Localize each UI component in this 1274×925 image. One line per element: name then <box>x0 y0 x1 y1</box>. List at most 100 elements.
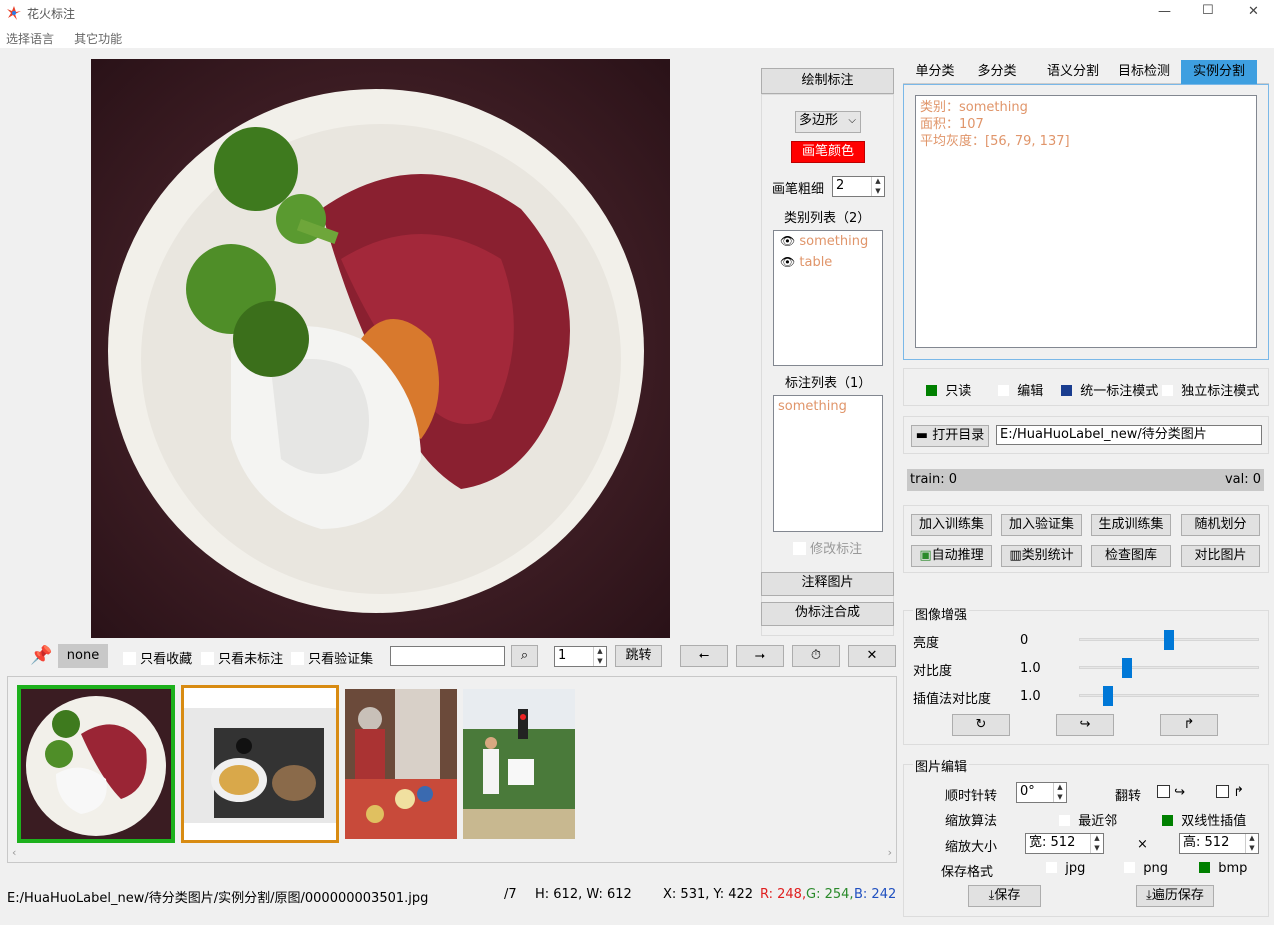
class-stats-button[interactable]: ▥类别统计 <box>1001 545 1082 567</box>
scroll-left-icon[interactable]: ‹ <box>12 846 16 859</box>
jump-button[interactable]: 跳转 <box>615 645 662 667</box>
tag-none[interactable]: none <box>58 644 108 668</box>
radio-icon[interactable] <box>1162 385 1173 396</box>
rotate-spinbox[interactable]: 0° ▲ ▼ <box>1016 782 1067 803</box>
thumbnail-3[interactable] <box>345 689 457 839</box>
auto-infer-button[interactable]: ▣自动推理 <box>911 545 992 567</box>
annotate-image-button[interactable]: 注释图片 <box>761 572 894 596</box>
interp-contrast-slider-handle[interactable] <box>1102 686 1113 706</box>
list-item[interactable]: something <box>778 399 878 414</box>
page-spinbox[interactable]: 1 ▲ ▼ <box>554 646 607 667</box>
search-button[interactable]: ⌕ <box>511 645 538 667</box>
spin-arrows-icon[interactable]: ▲ ▼ <box>593 647 606 666</box>
only-favorites-checkbox[interactable]: 只看收藏 <box>123 648 192 667</box>
class-list[interactable]: 👁 something 👁 table <box>773 230 883 366</box>
bmp-option[interactable]: bmp <box>1199 861 1247 876</box>
timer-button[interactable]: ⏱ <box>792 645 840 667</box>
radio-icon[interactable] <box>1124 862 1135 873</box>
list-item[interactable]: 👁 something <box>780 234 876 255</box>
flip-h-checkbox[interactable]: ↪ <box>1157 785 1185 800</box>
checkbox-icon[interactable] <box>201 652 214 665</box>
eye-icon[interactable]: 👁 <box>780 255 795 269</box>
batch-save-button[interactable]: ⤓遍历保存 <box>1136 885 1214 907</box>
thumbnail-1[interactable] <box>17 685 175 843</box>
minimize-button[interactable]: — <box>1158 4 1171 19</box>
brush-width-spinbox[interactable]: 2 ▲ ▼ <box>832 176 885 197</box>
search-input[interactable] <box>390 646 505 666</box>
only-unlabeled-checkbox[interactable]: 只看未标注 <box>201 648 283 667</box>
brush-color-button[interactable]: 画笔颜色 <box>791 141 865 163</box>
close-window-button[interactable]: ✕ <box>1248 4 1259 19</box>
save-button[interactable]: ⤓保存 <box>968 885 1041 907</box>
prev-image-button[interactable]: ⭠ <box>680 645 728 667</box>
radio-icon[interactable] <box>1199 862 1210 873</box>
menu-language[interactable]: 选择语言 <box>6 32 54 46</box>
png-option[interactable]: png <box>1124 861 1168 876</box>
add-val-button[interactable]: 加入验证集 <box>1001 514 1082 536</box>
pseudo-label-button[interactable]: 伪标注合成 <box>761 602 894 626</box>
radio-icon[interactable] <box>926 385 937 396</box>
radio-icon[interactable] <box>1059 815 1070 826</box>
nearest-option[interactable]: 最近邻 <box>1059 810 1117 829</box>
compare-images-button[interactable]: 对比图片 <box>1181 545 1260 567</box>
directory-path-field[interactable]: E:/HuaHuoLabel_new/待分类图片 <box>996 425 1262 445</box>
checkbox-icon[interactable] <box>123 652 136 665</box>
only-val-checkbox[interactable]: 只看验证集 <box>291 648 373 667</box>
height-spinbox[interactable]: 高: 512 ▲ ▼ <box>1179 833 1259 854</box>
modify-annotation-checkbox[interactable]: 修改标注 <box>793 538 862 557</box>
radio-icon[interactable] <box>1046 862 1057 873</box>
checkbox-icon[interactable] <box>1216 785 1229 798</box>
contrast-slider[interactable] <box>1079 666 1259 669</box>
readonly-option[interactable]: 只读 <box>926 380 971 399</box>
eye-icon[interactable]: 👁 <box>780 234 795 248</box>
random-split-button[interactable]: 随机划分 <box>1181 514 1260 536</box>
pin-icon[interactable]: 📌 <box>30 645 52 666</box>
radio-icon[interactable] <box>1061 385 1072 396</box>
checkbox-icon[interactable] <box>291 652 304 665</box>
scroll-right-icon[interactable]: › <box>888 846 892 859</box>
flip-v-checkbox[interactable]: ↱ <box>1216 785 1244 800</box>
edit-option[interactable]: 编辑 <box>998 380 1043 399</box>
unified-mode-option[interactable]: 统一标注模式 <box>1061 380 1158 399</box>
add-train-button[interactable]: 加入训练集 <box>911 514 992 536</box>
bilinear-option[interactable]: 双线性插值 <box>1162 810 1246 829</box>
checkbox-icon[interactable] <box>793 542 806 555</box>
tab-multi-class[interactable]: 多分类 <box>967 60 1027 84</box>
check-gallery-button[interactable]: 检查图库 <box>1091 545 1171 567</box>
tab-single-class[interactable]: 单分类 <box>905 60 965 84</box>
radio-icon[interactable] <box>1162 815 1173 826</box>
contrast-slider-handle[interactable] <box>1121 658 1132 678</box>
flip-vertical-button[interactable]: ↱ <box>1160 714 1218 736</box>
tab-instance-seg[interactable]: 实例分割 <box>1181 60 1257 84</box>
image-canvas[interactable] <box>91 59 670 638</box>
delete-button[interactable]: ✕ <box>848 645 896 667</box>
spin-arrows-icon[interactable]: ▲ ▼ <box>1245 834 1258 853</box>
width-spinbox[interactable]: 宽: 512 ▲ ▼ <box>1025 833 1104 854</box>
menu-other[interactable]: 其它功能 <box>74 32 122 46</box>
independent-mode-option[interactable]: 独立标注模式 <box>1162 380 1259 399</box>
list-item[interactable]: 👁 table <box>780 255 876 276</box>
height-value: 512 <box>1204 835 1230 850</box>
next-image-button[interactable]: ⭢ <box>736 645 784 667</box>
radio-icon[interactable] <box>998 385 1009 396</box>
tab-semantic-seg[interactable]: 语义分割 <box>1031 60 1115 84</box>
rotate-cw-button[interactable]: ↻ <box>952 714 1010 736</box>
thumbnail-2[interactable] <box>181 685 339 843</box>
checkbox-icon[interactable] <box>1157 785 1170 798</box>
open-directory-button[interactable]: ▬ 打开目录 <box>911 425 989 447</box>
horizontal-scrollbar[interactable]: ‹ › <box>8 846 896 862</box>
flip-horizontal-button[interactable]: ↪ <box>1056 714 1114 736</box>
thumbnail-4[interactable] <box>463 689 575 839</box>
tab-detection[interactable]: 目标检测 <box>1109 60 1179 84</box>
draw-annotation-header[interactable]: 绘制标注 <box>761 68 894 94</box>
jpg-option[interactable]: jpg <box>1046 861 1085 876</box>
spin-arrows-icon[interactable]: ▲ ▼ <box>1090 834 1103 853</box>
gen-train-button[interactable]: 生成训练集 <box>1091 514 1171 536</box>
brightness-slider-handle[interactable] <box>1164 630 1174 650</box>
spin-arrows-icon[interactable]: ▲ ▼ <box>871 177 884 196</box>
maximize-button[interactable]: ☐ <box>1202 3 1214 18</box>
annotation-list[interactable]: something <box>773 395 883 532</box>
shape-select[interactable]: 多边形 ⌵ <box>795 111 861 133</box>
jpg-label: jpg <box>1065 861 1086 876</box>
spin-arrows-icon[interactable]: ▲ ▼ <box>1053 783 1066 802</box>
